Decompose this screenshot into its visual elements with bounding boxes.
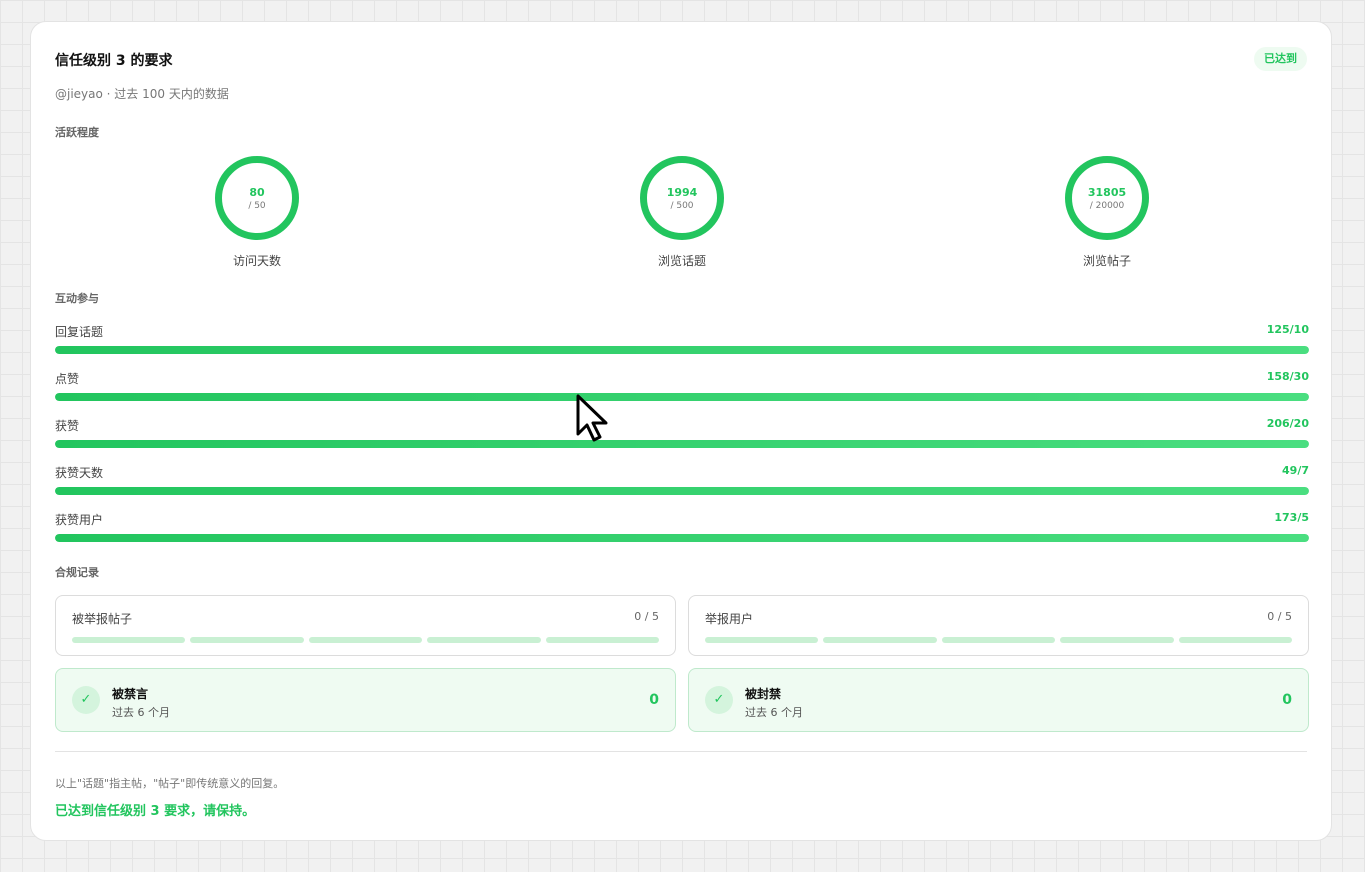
segment [308, 637, 423, 643]
progress-count: 49/7 [1282, 464, 1309, 477]
progress-fill [55, 534, 1309, 542]
segment [545, 637, 660, 643]
ring-visit-days: 80 / 50 访问天数 [197, 156, 317, 269]
progress-track [55, 393, 1309, 401]
report-label: 被举报帖子 [72, 612, 133, 626]
section-label-activity: 活跃程度 [55, 126, 99, 139]
progress-label: 获赞用户 [55, 513, 104, 527]
ring-label: 浏览话题 [657, 254, 706, 268]
progress-row-liked-days: 获赞天数 49/7 [55, 464, 1309, 496]
progress-track [55, 346, 1309, 354]
progress-count: 206/20 [1266, 417, 1309, 430]
progress-ring: 1994 / 500 [640, 156, 724, 240]
page-title: 信任级别 3 的要求 [55, 53, 173, 69]
progress-track [55, 487, 1309, 495]
segment-bar [705, 637, 1293, 643]
segment [1178, 637, 1293, 643]
segment [427, 637, 541, 643]
divider [55, 751, 1307, 752]
check-icon: ✓ [72, 686, 100, 714]
status-badge: 已达到 [1254, 47, 1307, 71]
status-box-suspended: ✓ 被封禁 过去 6 个月 0 [688, 668, 1309, 732]
segment [1060, 637, 1174, 643]
progress-label: 点赞 [55, 372, 80, 386]
segment [72, 637, 186, 643]
ring-posts-viewed: 31805 / 20000 浏览帖子 [1047, 156, 1167, 269]
ring-label: 浏览帖子 [1082, 254, 1131, 268]
footnote: 以上"话题"指主帖，"帖子"即传统意义的回复。 [55, 777, 285, 790]
status-title: 被封禁 [745, 687, 782, 701]
report-label: 举报用户 [705, 612, 754, 626]
status-title: 被禁言 [112, 687, 149, 701]
ring-value: 80 [249, 186, 265, 199]
ring-target: / 500 [670, 201, 694, 211]
progress-label: 获赞天数 [55, 466, 104, 480]
progress-count: 158/30 [1266, 370, 1309, 383]
check-icon: ✓ [705, 686, 733, 714]
progress-row-replies: 回复话题 125/10 [55, 323, 1309, 355]
progress-track [55, 440, 1309, 448]
ring-topics-viewed: 1994 / 500 浏览话题 [622, 156, 742, 269]
conclusion-text: 已达到信任级别 3 要求，请保持。 [55, 804, 256, 819]
progress-row-liked-users: 获赞用户 173/5 [55, 511, 1309, 543]
report-count: 0 / 5 [1267, 610, 1292, 623]
status-value: 0 [1282, 692, 1292, 708]
segment [705, 637, 819, 643]
progress-count: 173/5 [1274, 511, 1309, 524]
progress-count: 125/10 [1266, 323, 1309, 336]
progress-label: 获赞 [55, 419, 80, 433]
progress-label: 回复话题 [55, 325, 104, 339]
ring-value: 1994 [666, 186, 698, 199]
progress-ring: 80 / 50 [215, 156, 299, 240]
progress-fill [55, 393, 1309, 401]
report-count: 0 / 5 [634, 610, 659, 623]
status-subtitle: 过去 6 个月 [112, 706, 170, 719]
report-box-flagged-users: 举报用户 0 / 5 [688, 595, 1309, 656]
segment-bar [72, 637, 660, 643]
ring-target: / 50 [248, 201, 266, 211]
segment [941, 637, 1056, 643]
status-box-silenced: ✓ 被禁言 过去 6 个月 0 [55, 668, 676, 732]
ring-target: / 20000 [1089, 201, 1125, 211]
section-label-interaction: 互动参与 [55, 292, 99, 305]
progress-fill [55, 346, 1309, 354]
progress-fill [55, 440, 1309, 448]
section-label-compliance: 合规记录 [55, 566, 99, 579]
progress-row-likes-given: 点赞 158/30 [55, 370, 1309, 402]
page-subtitle: @jieyao · 过去 100 天内的数据 [55, 87, 229, 101]
report-box-flagged-posts: 被举报帖子 0 / 5 [55, 595, 676, 656]
ring-value: 31805 [1087, 186, 1127, 199]
progress-track [55, 534, 1309, 542]
progress-fill [55, 487, 1309, 495]
segment [190, 637, 304, 643]
progress-row-likes-received: 获赞 206/20 [55, 417, 1309, 449]
progress-ring: 31805 / 20000 [1065, 156, 1149, 240]
segment [823, 637, 937, 643]
trust-level-card: 信任级别 3 的要求 已达到 @jieyao · 过去 100 天内的数据 活跃… [30, 21, 1332, 841]
ring-label: 访问天数 [232, 254, 281, 268]
status-subtitle: 过去 6 个月 [745, 706, 803, 719]
status-value: 0 [649, 692, 659, 708]
